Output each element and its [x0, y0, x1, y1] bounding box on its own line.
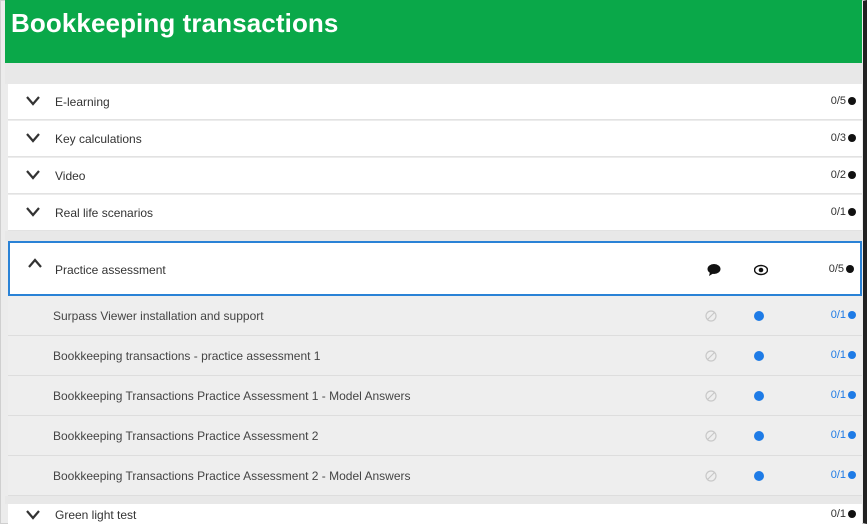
section-video[interactable]: Video 0/2 [8, 158, 862, 194]
section-label: E-learning [55, 95, 110, 109]
chevron-down-icon [26, 170, 40, 180]
chevron-down-icon [26, 133, 40, 143]
course-header: Bookkeeping transactions [5, 0, 862, 63]
spacer [5, 496, 862, 504]
status-dot-icon [848, 208, 856, 216]
section-label: Green light test [55, 508, 137, 522]
progress-count: 0/1 [830, 469, 846, 481]
eye-icon[interactable] [754, 264, 768, 276]
spacer [5, 63, 862, 84]
list-item[interactable]: Bookkeeping Transactions Practice Assess… [8, 456, 862, 496]
blocked-icon [705, 430, 717, 442]
item-progress: 0/1 [831, 389, 856, 401]
spacer [5, 231, 862, 241]
list-item[interactable]: Bookkeeping Transactions Practice Assess… [8, 416, 862, 456]
blocked-icon [705, 470, 717, 482]
item-label: Bookkeeping Transactions Practice Assess… [53, 389, 411, 403]
chevron-up-icon [28, 258, 42, 268]
list-item[interactable]: Bookkeeping Transactions Practice Assess… [8, 376, 862, 416]
item-progress: 0/1 [831, 349, 856, 361]
status-dot-icon [754, 471, 764, 481]
comment-icon[interactable] [707, 263, 721, 277]
chevron-down-icon [26, 96, 40, 106]
progress-count: 0/1 [830, 389, 846, 401]
item-label: Surpass Viewer installation and support [53, 309, 264, 323]
status-dot-icon [848, 311, 856, 319]
item-label: Bookkeeping Transactions Practice Assess… [53, 429, 319, 443]
blocked-icon [705, 390, 717, 402]
item-progress: 0/1 [831, 469, 856, 481]
section-label: Real life scenarios [55, 206, 154, 220]
section-progress: 0/3 [831, 132, 856, 144]
section-real-life-scenarios[interactable]: Real life scenarios 0/1 [8, 195, 862, 231]
status-dot-icon [848, 351, 856, 359]
item-label: Bookkeeping transactions - practice asse… [53, 349, 321, 363]
section-progress: 0/1 [831, 206, 856, 218]
status-dot-icon [754, 431, 764, 441]
section-progress: 0/5 [829, 263, 854, 275]
item-label: Bookkeeping Transactions Practice Assess… [53, 469, 411, 483]
status-dot-icon [754, 311, 764, 321]
progress-count: 0/3 [830, 132, 846, 144]
progress-count: 0/5 [830, 95, 846, 107]
progress-count: 0/1 [830, 429, 846, 441]
status-dot-icon [846, 265, 854, 273]
list-item[interactable]: Bookkeeping transactions - practice asse… [8, 336, 862, 376]
chevron-down-icon [26, 510, 40, 520]
status-dot-icon [848, 134, 856, 142]
status-dot-icon [848, 510, 856, 518]
blocked-icon [705, 310, 717, 322]
item-progress: 0/1 [831, 429, 856, 441]
status-dot-icon [754, 351, 764, 361]
status-dot-icon [754, 391, 764, 401]
section-green-light-test[interactable]: Green light test 0/1 [8, 504, 862, 524]
progress-count: 0/1 [830, 508, 846, 520]
status-dot-icon [848, 97, 856, 105]
section-progress: 0/5 [831, 95, 856, 107]
progress-count: 0/1 [830, 309, 846, 321]
progress-count: 0/5 [828, 263, 844, 275]
progress-count: 0/1 [830, 349, 846, 361]
status-dot-icon [848, 391, 856, 399]
progress-count: 0/1 [830, 206, 846, 218]
section-e-learning[interactable]: E-learning 0/5 [8, 84, 862, 120]
section-label: Video [55, 169, 86, 183]
section-practice-assessment[interactable]: Practice assessment 0/5 [8, 241, 862, 296]
chevron-down-icon [26, 207, 40, 217]
status-dot-icon [848, 171, 856, 179]
section-progress: 0/1 [831, 508, 856, 520]
blocked-icon [705, 350, 717, 362]
progress-count: 0/2 [830, 169, 846, 181]
page-title: Bookkeeping transactions [11, 8, 339, 38]
section-progress: 0/2 [831, 169, 856, 181]
list-item[interactable]: Surpass Viewer installation and support … [8, 296, 862, 336]
section-label: Key calculations [55, 132, 142, 146]
section-key-calculations[interactable]: Key calculations 0/3 [8, 121, 862, 157]
item-progress: 0/1 [831, 309, 856, 321]
section-label: Practice assessment [55, 263, 166, 277]
status-dot-icon [848, 471, 856, 479]
status-dot-icon [848, 431, 856, 439]
